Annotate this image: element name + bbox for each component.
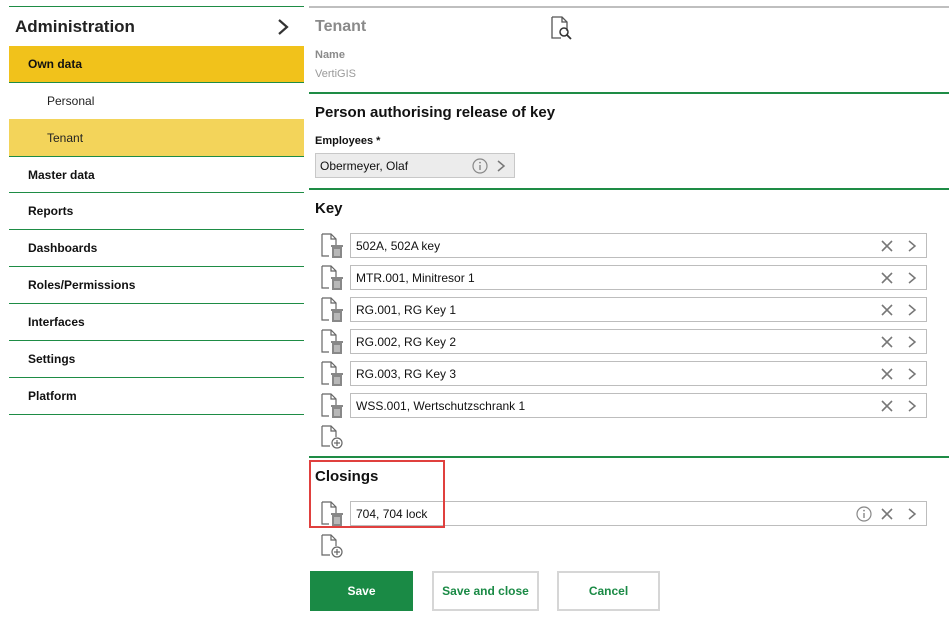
file-delete-icon[interactable] bbox=[319, 295, 345, 325]
file-delete-icon[interactable] bbox=[319, 391, 345, 421]
sidebar-item-dashboards[interactable]: Dashboards bbox=[9, 230, 304, 267]
chevron-right-icon[interactable] bbox=[907, 271, 917, 285]
key-value: WSS.001, Wertschutzschrank 1 bbox=[356, 398, 526, 413]
sidebar-subitem-personal[interactable]: Personal bbox=[9, 83, 304, 119]
key-row: RG.001, RG Key 1 bbox=[319, 297, 929, 323]
close-icon[interactable] bbox=[881, 336, 893, 348]
name-label: Name bbox=[315, 49, 345, 61]
chevron-right-icon[interactable] bbox=[907, 507, 917, 521]
document-search-icon[interactable] bbox=[549, 15, 573, 41]
info-icon[interactable] bbox=[856, 506, 872, 522]
chevron-right-icon[interactable] bbox=[907, 399, 917, 413]
employees-field[interactable]: Obermeyer, Olaf bbox=[315, 153, 515, 178]
employees-label: Employees * bbox=[315, 135, 381, 147]
sidebar-item-roles-permissions[interactable]: Roles/Permissions bbox=[9, 267, 304, 304]
close-icon[interactable] bbox=[881, 368, 893, 380]
file-delete-icon[interactable] bbox=[319, 263, 345, 293]
sidebar-item-own-data[interactable]: Own data bbox=[9, 46, 304, 83]
section-title-person: Person authorising release of key bbox=[315, 104, 556, 121]
key-row: MTR.001, Minitresor 1 bbox=[319, 265, 929, 291]
close-icon[interactable] bbox=[881, 240, 893, 252]
sidebar-item-reports[interactable]: Reports bbox=[9, 193, 304, 230]
sidebar-item-master-data[interactable]: Master data bbox=[9, 156, 304, 193]
section-divider bbox=[309, 92, 949, 94]
key-row: RG.003, RG Key 3 bbox=[319, 361, 929, 387]
sidebar-item-interfaces[interactable]: Interfaces bbox=[9, 304, 304, 341]
close-icon[interactable] bbox=[881, 272, 893, 284]
name-value: VertiGIS bbox=[315, 68, 356, 80]
close-icon[interactable] bbox=[881, 304, 893, 316]
top-divider bbox=[309, 6, 949, 8]
sidebar-header[interactable]: Administration bbox=[9, 6, 304, 46]
section-title-key: Key bbox=[315, 200, 343, 217]
section-divider bbox=[309, 456, 949, 458]
key-field[interactable]: MTR.001, Minitresor 1 bbox=[350, 265, 927, 290]
chevron-right-icon[interactable] bbox=[276, 17, 290, 37]
cancel-button[interactable]: Cancel bbox=[557, 571, 660, 611]
closings-highlight-box bbox=[309, 460, 445, 528]
info-icon[interactable] bbox=[472, 158, 488, 174]
save-and-close-button[interactable]: Save and close bbox=[432, 571, 539, 611]
sidebar-title: Administration bbox=[15, 16, 135, 36]
key-value: MTR.001, Minitresor 1 bbox=[356, 270, 475, 285]
chevron-right-icon[interactable] bbox=[496, 159, 506, 173]
key-value: RG.001, RG Key 1 bbox=[356, 302, 457, 317]
key-field[interactable]: RG.001, RG Key 1 bbox=[350, 297, 927, 322]
close-icon[interactable] bbox=[881, 400, 893, 412]
employees-value: Obermeyer, Olaf bbox=[320, 158, 409, 173]
key-row: WSS.001, Wertschutzschrank 1 bbox=[319, 393, 929, 419]
sidebar-subitem-tenant[interactable]: Tenant bbox=[9, 119, 304, 156]
chevron-right-icon[interactable] bbox=[907, 239, 917, 253]
key-value: 502A, 502A key bbox=[356, 238, 441, 253]
key-field[interactable]: WSS.001, Wertschutzschrank 1 bbox=[350, 393, 927, 418]
file-add-icon[interactable] bbox=[319, 424, 345, 450]
sidebar: Administration Own data Personal Tenant … bbox=[9, 6, 304, 415]
chevron-right-icon[interactable] bbox=[907, 335, 917, 349]
file-add-icon[interactable] bbox=[319, 533, 345, 559]
file-delete-icon[interactable] bbox=[319, 359, 345, 389]
key-row: 502A, 502A key bbox=[319, 233, 929, 259]
sidebar-item-platform[interactable]: Platform bbox=[9, 378, 304, 415]
key-row: RG.002, RG Key 2 bbox=[319, 329, 929, 355]
save-button[interactable]: Save bbox=[310, 571, 413, 611]
key-field[interactable]: RG.003, RG Key 3 bbox=[350, 361, 927, 386]
file-delete-icon[interactable] bbox=[319, 231, 345, 261]
close-icon[interactable] bbox=[881, 508, 893, 520]
sidebar-item-settings[interactable]: Settings bbox=[9, 341, 304, 378]
page-title: Tenant bbox=[315, 18, 367, 35]
key-field[interactable]: 502A, 502A key bbox=[350, 233, 927, 258]
file-delete-icon[interactable] bbox=[319, 327, 345, 357]
key-value: RG.002, RG Key 2 bbox=[356, 334, 457, 349]
chevron-right-icon[interactable] bbox=[907, 367, 917, 381]
chevron-right-icon[interactable] bbox=[907, 303, 917, 317]
key-value: RG.003, RG Key 3 bbox=[356, 366, 457, 381]
key-field[interactable]: RG.002, RG Key 2 bbox=[350, 329, 927, 354]
section-divider bbox=[309, 188, 949, 190]
